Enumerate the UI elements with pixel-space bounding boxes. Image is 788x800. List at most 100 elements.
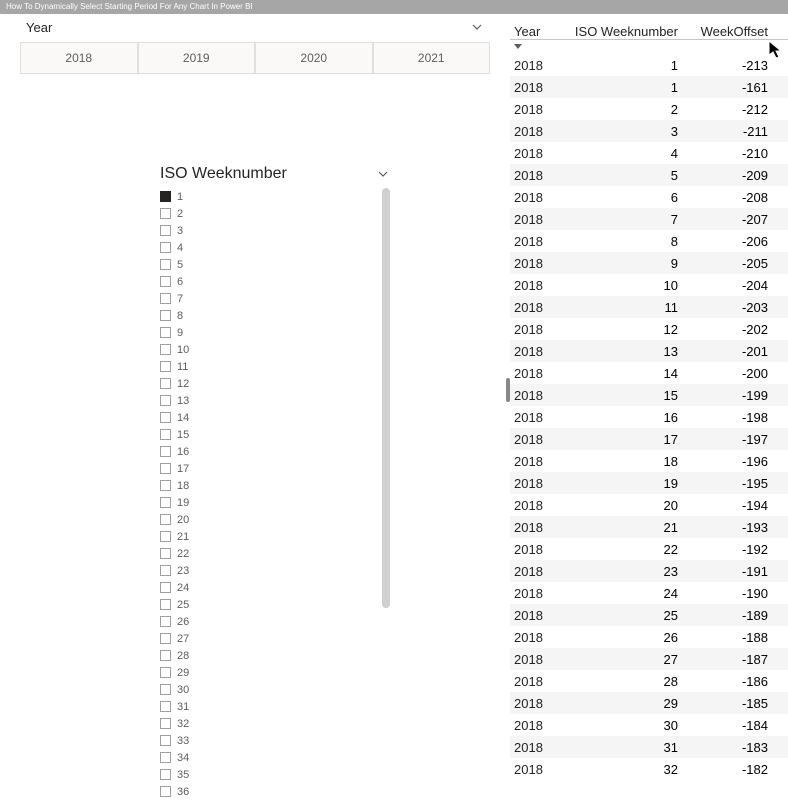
table-row[interactable]: 201824-190 <box>510 582 788 604</box>
table-row[interactable]: 201812-202 <box>510 318 788 340</box>
table-row[interactable]: 201826-188 <box>510 626 788 648</box>
table-row[interactable]: 201815-199 <box>510 384 788 406</box>
chevron-down-icon[interactable] <box>470 20 484 34</box>
iso-week-option[interactable]: 25 <box>160 596 366 613</box>
year-button[interactable]: 2020 <box>255 42 373 74</box>
checkbox-icon[interactable] <box>160 548 171 559</box>
checkbox-icon[interactable] <box>160 667 171 678</box>
table-row[interactable]: 201813-201 <box>510 340 788 362</box>
iso-week-option[interactable]: 4 <box>160 239 366 256</box>
checkbox-icon[interactable] <box>160 310 171 321</box>
table-row[interactable]: 20185-209 <box>510 164 788 186</box>
iso-week-option[interactable]: 36 <box>160 783 366 800</box>
table-row[interactable]: 20182-212 <box>510 98 788 120</box>
iso-week-option[interactable]: 19 <box>160 494 366 511</box>
iso-week-option[interactable]: 29 <box>160 664 366 681</box>
checkbox-icon[interactable] <box>160 293 171 304</box>
iso-week-option[interactable]: 34 <box>160 749 366 766</box>
checkbox-icon[interactable] <box>160 735 171 746</box>
table-row[interactable]: 20183-211 <box>510 120 788 142</box>
iso-week-option[interactable]: 21 <box>160 528 366 545</box>
iso-week-option[interactable]: 33 <box>160 732 366 749</box>
iso-week-option[interactable]: 14 <box>160 409 366 426</box>
table-row[interactable]: 20186-208 <box>510 186 788 208</box>
table-row[interactable]: 20181-161 <box>510 76 788 98</box>
iso-week-option[interactable]: 22 <box>160 545 366 562</box>
table-row[interactable]: 201827-187 <box>510 648 788 670</box>
table-row[interactable]: 20188-206 <box>510 230 788 252</box>
checkbox-icon[interactable] <box>160 599 171 610</box>
checkbox-icon[interactable] <box>160 412 171 423</box>
checkbox-icon[interactable] <box>160 395 171 406</box>
checkbox-icon[interactable] <box>160 378 171 389</box>
iso-week-option[interactable]: 20 <box>160 511 366 528</box>
table-row[interactable]: 201828-186 <box>510 670 788 692</box>
iso-week-option[interactable]: 10 <box>160 341 366 358</box>
scrollbar-track[interactable] <box>382 188 390 608</box>
table-row[interactable]: 201818-196 <box>510 450 788 472</box>
iso-week-option[interactable]: 18 <box>160 477 366 494</box>
table-row[interactable]: 20181-213 <box>510 54 788 76</box>
table-row[interactable]: 201830-184 <box>510 714 788 736</box>
table-row[interactable]: 201811-203 <box>510 296 788 318</box>
checkbox-icon[interactable] <box>160 225 171 236</box>
checkbox-icon[interactable] <box>160 480 171 491</box>
table-row[interactable]: 20189-205 <box>510 252 788 274</box>
iso-week-option[interactable]: 35 <box>160 766 366 783</box>
iso-week-option[interactable]: 8 <box>160 307 366 324</box>
iso-week-option[interactable]: 11 <box>160 358 366 375</box>
iso-week-option[interactable]: 13 <box>160 392 366 409</box>
checkbox-icon[interactable] <box>160 497 171 508</box>
checkbox-icon[interactable] <box>160 446 171 457</box>
iso-week-option[interactable]: 23 <box>160 562 366 579</box>
table-row[interactable]: 201814-200 <box>510 362 788 384</box>
checkbox-icon[interactable] <box>160 429 171 440</box>
iso-week-option[interactable]: 27 <box>160 630 366 647</box>
table-row[interactable]: 201820-194 <box>510 494 788 516</box>
checkbox-icon[interactable] <box>160 276 171 287</box>
iso-week-option[interactable]: 15 <box>160 426 366 443</box>
iso-week-option[interactable]: 1 <box>160 188 366 205</box>
table-row[interactable]: 201831-183 <box>510 736 788 758</box>
iso-week-option[interactable]: 32 <box>160 715 366 732</box>
checkbox-icon[interactable] <box>160 650 171 661</box>
checkbox-icon[interactable] <box>160 514 171 525</box>
checkbox-icon[interactable] <box>160 633 171 644</box>
table-row[interactable]: 201810-204 <box>510 274 788 296</box>
chevron-down-icon[interactable] <box>376 167 390 181</box>
iso-week-option[interactable]: 12 <box>160 375 366 392</box>
table-scrollbar-thumb[interactable] <box>506 378 510 402</box>
year-button[interactable]: 2019 <box>138 42 256 74</box>
table-row[interactable]: 201823-191 <box>510 560 788 582</box>
checkbox-icon[interactable] <box>160 718 171 729</box>
checkbox-icon[interactable] <box>160 565 171 576</box>
iso-week-option[interactable]: 9 <box>160 324 366 341</box>
table-row[interactable]: 20184-210 <box>510 142 788 164</box>
checkbox-icon[interactable] <box>160 616 171 627</box>
table-row[interactable]: 201822-192 <box>510 538 788 560</box>
iso-week-option[interactable]: 5 <box>160 256 366 273</box>
table-row[interactable]: 201816-198 <box>510 406 788 428</box>
year-button[interactable]: 2021 <box>373 42 491 74</box>
table-row[interactable]: 20187-207 <box>510 208 788 230</box>
iso-week-option[interactable]: 7 <box>160 290 366 307</box>
table-row[interactable]: 201832-182 <box>510 758 788 780</box>
checkbox-icon[interactable] <box>160 769 171 780</box>
checkbox-icon[interactable] <box>160 361 171 372</box>
table-row[interactable]: 201819-195 <box>510 472 788 494</box>
checkbox-icon[interactable] <box>160 684 171 695</box>
iso-week-option[interactable]: 6 <box>160 273 366 290</box>
col-header-year[interactable]: Year <box>514 24 564 39</box>
checkbox-icon[interactable] <box>160 191 171 202</box>
year-button[interactable]: 2018 <box>20 42 138 74</box>
checkbox-icon[interactable] <box>160 208 171 219</box>
checkbox-icon[interactable] <box>160 344 171 355</box>
iso-week-option[interactable]: 16 <box>160 443 366 460</box>
iso-week-option[interactable]: 30 <box>160 681 366 698</box>
table-row[interactable]: 201825-189 <box>510 604 788 626</box>
iso-week-option[interactable]: 28 <box>160 647 366 664</box>
iso-week-option[interactable]: 31 <box>160 698 366 715</box>
checkbox-icon[interactable] <box>160 701 171 712</box>
iso-week-option[interactable]: 26 <box>160 613 366 630</box>
table-row[interactable]: 201829-185 <box>510 692 788 714</box>
